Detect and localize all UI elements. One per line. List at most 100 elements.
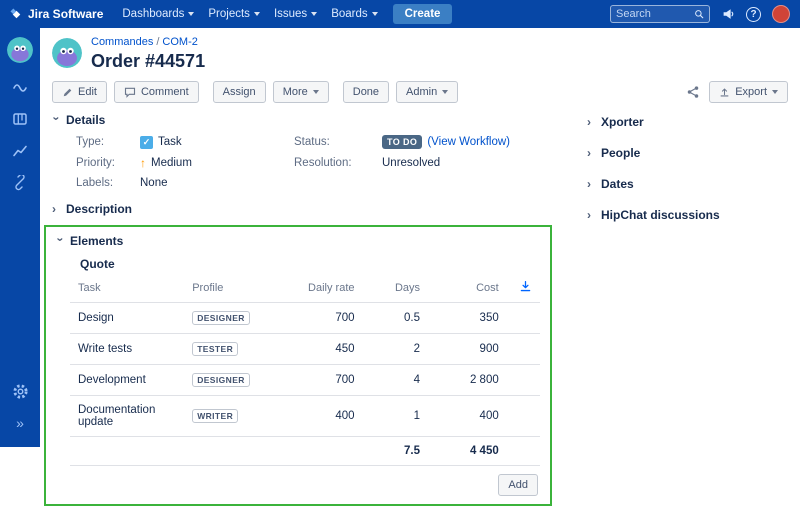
priority-medium-icon: ↑ bbox=[140, 156, 146, 170]
panel-people[interactable]: › People bbox=[587, 146, 788, 160]
chevron-down-icon bbox=[311, 12, 317, 16]
details-fields: Type: ✓ Task Status: TO DO (View Workflo… bbox=[76, 135, 557, 189]
view-workflow-link[interactable]: (View Workflow) bbox=[427, 136, 510, 148]
panel-dates-label: Dates bbox=[601, 177, 634, 191]
cell-daily-rate: 700 bbox=[284, 303, 363, 334]
chevron-collapsed-icon: › bbox=[587, 209, 596, 221]
add-row: Add bbox=[56, 474, 538, 496]
add-button[interactable]: Add bbox=[498, 474, 538, 496]
breadcrumb-project-link[interactable]: Commandes bbox=[91, 36, 153, 48]
cell-daily-rate: 700 bbox=[284, 365, 363, 396]
more-button[interactable]: More bbox=[273, 81, 329, 103]
create-button[interactable]: Create bbox=[393, 4, 453, 24]
priority-label: Priority: bbox=[76, 157, 140, 169]
total-days: 7.5 bbox=[363, 437, 429, 466]
description-module-heading[interactable]: › Description bbox=[52, 202, 557, 216]
cell-days: 4 bbox=[363, 365, 429, 396]
totals-row: 7.5 4 450 bbox=[70, 437, 540, 466]
comment-bubble-icon bbox=[124, 86, 136, 98]
details-heading-label: Details bbox=[66, 113, 105, 127]
chevron-down-icon bbox=[372, 12, 378, 16]
menu-boards-label: Boards bbox=[331, 8, 367, 20]
panel-people-label: People bbox=[601, 146, 640, 160]
panel-xporter[interactable]: › Xporter bbox=[587, 115, 788, 129]
menu-issues[interactable]: Issues bbox=[267, 8, 324, 20]
assign-button-label: Assign bbox=[223, 86, 256, 98]
search-input[interactable] bbox=[616, 8, 690, 20]
details-module-heading[interactable]: › Details bbox=[52, 113, 557, 127]
panel-hipchat-label: HipChat discussions bbox=[601, 208, 720, 222]
panel-xporter-label: Xporter bbox=[601, 115, 644, 129]
chevron-down-icon bbox=[188, 12, 194, 16]
quote-table-header-row: Task Profile Daily rate Days Cost bbox=[70, 275, 540, 303]
issue-header: Commandes/COM-2 Order #44571 bbox=[52, 36, 788, 72]
project-avatar[interactable] bbox=[7, 37, 33, 63]
project-sidebar: » bbox=[0, 28, 40, 447]
profile-badge: DESIGNER bbox=[192, 311, 250, 325]
cell-cost: 2 800 bbox=[428, 365, 507, 396]
details-module: › Details Type: ✓ Task Status: TO bbox=[52, 113, 557, 189]
field-type: Type: ✓ Task bbox=[76, 135, 294, 149]
top-navbar: Jira Software Dashboards Projects Issues… bbox=[0, 0, 800, 28]
menu-issues-label: Issues bbox=[274, 8, 307, 20]
profile-badge: WRITER bbox=[192, 409, 238, 423]
share-button[interactable] bbox=[684, 83, 702, 101]
cell-days: 1 bbox=[363, 396, 429, 437]
download-icon[interactable] bbox=[519, 284, 532, 296]
export-button-label: Export bbox=[735, 86, 767, 98]
issue-view: Commandes/COM-2 Order #44571 Edit Commen… bbox=[40, 28, 800, 447]
panel-dates[interactable]: › Dates bbox=[587, 177, 788, 191]
cell-days: 2 bbox=[363, 334, 429, 365]
field-resolution: Resolution: Unresolved bbox=[294, 156, 557, 170]
export-button[interactable]: Export bbox=[709, 81, 788, 103]
quote-title: Quote bbox=[80, 257, 540, 271]
feedback-icon[interactable] bbox=[721, 7, 735, 21]
active-sprints-board-icon[interactable] bbox=[6, 107, 34, 131]
expand-sidebar-glyph: » bbox=[16, 416, 24, 430]
issue-toolbar: Edit Comment Assign More Done Admin bbox=[52, 81, 788, 103]
search-box bbox=[610, 5, 710, 23]
page-title: Order #44571 bbox=[91, 51, 205, 72]
comment-button-label: Comment bbox=[141, 86, 189, 98]
menu-dashboards-label: Dashboards bbox=[122, 8, 184, 20]
edit-button[interactable]: Edit bbox=[52, 81, 107, 103]
issue-side-column: › Xporter › People › Dates › HipChat dis… bbox=[557, 113, 788, 506]
elements-module-heading[interactable]: › Elements bbox=[56, 234, 540, 248]
profile-badge: DESIGNER bbox=[192, 373, 250, 387]
breadcrumb-issue-link[interactable]: COM-2 bbox=[162, 36, 197, 48]
col-header-task: Task bbox=[78, 282, 101, 294]
cell-task: Design bbox=[70, 303, 184, 334]
chevron-collapsed-icon: › bbox=[587, 178, 596, 190]
admin-button[interactable]: Admin bbox=[396, 81, 458, 103]
user-avatar[interactable] bbox=[772, 5, 790, 23]
jira-logo-icon bbox=[10, 8, 23, 21]
cell-daily-rate: 400 bbox=[284, 396, 363, 437]
done-transition-button[interactable]: Done bbox=[343, 81, 389, 103]
jira-logo-text: Jira Software bbox=[28, 7, 103, 21]
menu-projects[interactable]: Projects bbox=[201, 8, 267, 20]
settings-gear-icon[interactable] bbox=[6, 379, 34, 403]
assign-button[interactable]: Assign bbox=[213, 81, 266, 103]
chevron-down-icon bbox=[772, 90, 778, 94]
done-button-label: Done bbox=[353, 86, 379, 98]
panel-hipchat[interactable]: › HipChat discussions bbox=[587, 208, 788, 222]
edit-button-label: Edit bbox=[78, 86, 97, 98]
col-header-daily-rate: Daily rate bbox=[308, 282, 354, 294]
export-icon bbox=[719, 87, 730, 98]
menu-boards[interactable]: Boards bbox=[324, 8, 384, 20]
menu-dashboards[interactable]: Dashboards bbox=[115, 8, 201, 20]
shortcut-link-icon[interactable] bbox=[6, 171, 34, 195]
jira-logo[interactable]: Jira Software bbox=[10, 7, 103, 21]
comment-button[interactable]: Comment bbox=[114, 81, 199, 103]
quote-table: Task Profile Daily rate Days Cost bbox=[70, 275, 540, 466]
share-icon bbox=[686, 85, 700, 99]
backlog-icon[interactable] bbox=[6, 75, 34, 99]
labels-value: None bbox=[140, 177, 168, 189]
expand-sidebar-icon[interactable]: » bbox=[6, 411, 34, 435]
project-avatar-icon bbox=[7, 37, 33, 63]
elements-heading-label: Elements bbox=[70, 234, 123, 248]
search-icon[interactable] bbox=[694, 8, 704, 20]
resolution-label: Resolution: bbox=[294, 157, 382, 169]
help-icon[interactable]: ? bbox=[746, 7, 761, 22]
reports-icon[interactable] bbox=[6, 139, 34, 163]
